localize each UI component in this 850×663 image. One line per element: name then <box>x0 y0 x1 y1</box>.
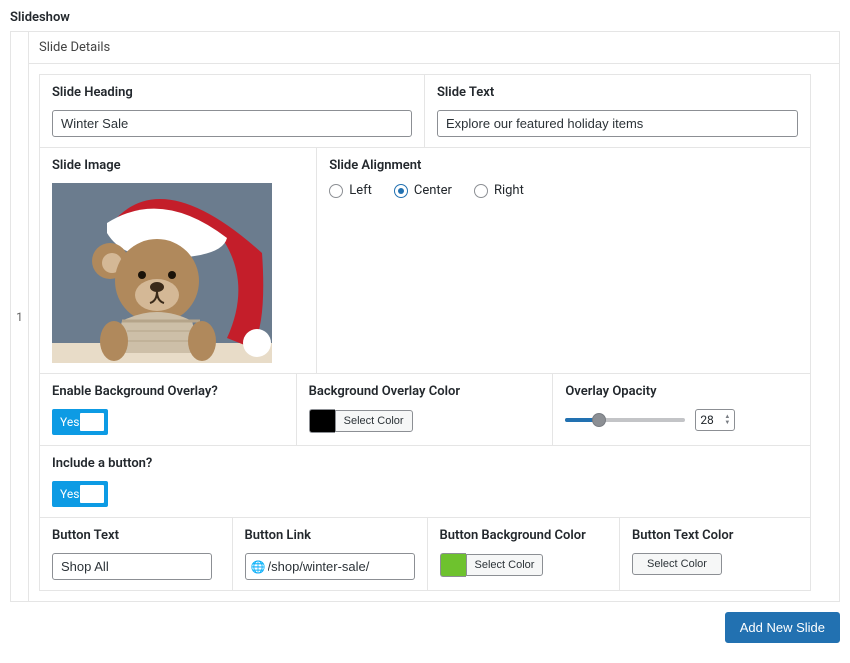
overlay-enable-label: Enable Background Overlay? <box>52 384 284 399</box>
add-new-slide-button[interactable]: Add New Slide <box>725 612 840 643</box>
align-center-option[interactable]: Center <box>394 183 452 198</box>
color-swatch-icon <box>440 553 466 577</box>
button-text-input[interactable] <box>52 553 212 580</box>
overlay-enable-toggle[interactable]: Yes <box>52 409 108 435</box>
button-bg-label: Button Background Color <box>440 528 608 543</box>
include-button-toggle[interactable]: Yes <box>52 481 108 507</box>
opacity-label: Overlay Opacity <box>565 384 798 399</box>
button-link-label: Button Link <box>245 528 415 543</box>
heading-input[interactable] <box>52 110 412 137</box>
button-text-label: Button Text <box>52 528 220 543</box>
footer-actions: Add New Slide <box>10 612 840 643</box>
text-label: Slide Text <box>437 85 798 100</box>
alignment-group: Left Center Right <box>329 183 798 198</box>
opacity-number-input[interactable]: 28 ▲▼ <box>695 409 735 431</box>
slider-thumb[interactable] <box>592 413 606 427</box>
toggle-label: Yes <box>54 487 79 501</box>
teddy-bear-image <box>52 183 272 363</box>
toggle-label: Yes <box>54 415 79 429</box>
alignment-label: Slide Alignment <box>329 158 798 173</box>
button-text-color-label: Button Text Color <box>632 528 801 543</box>
radio-icon <box>329 184 343 198</box>
select-color-button[interactable]: Select Color <box>466 554 544 576</box>
heading-label: Slide Heading <box>52 85 412 100</box>
slide-image[interactable] <box>52 183 272 363</box>
button-link-input[interactable] <box>245 553 415 580</box>
image-label: Slide Image <box>52 158 304 173</box>
select-color-button[interactable]: Select Color <box>632 553 722 575</box>
slide-wrapper: 1 Slide Details Slide Heading Slide Text <box>10 31 840 602</box>
button-text-color-picker[interactable]: Select Color <box>632 553 801 575</box>
button-bg-picker[interactable]: Select Color <box>440 553 608 577</box>
align-right-option[interactable]: Right <box>474 183 524 198</box>
include-button-label: Include a button? <box>52 456 798 471</box>
radio-icon <box>474 184 488 198</box>
align-right-label: Right <box>494 183 524 198</box>
toggle-knob <box>80 413 104 431</box>
color-swatch-icon <box>309 409 335 433</box>
align-left-label: Left <box>349 183 372 198</box>
opacity-value: 28 <box>700 413 714 427</box>
align-center-label: Center <box>414 183 452 198</box>
slide-details-tab[interactable]: Slide Details <box>29 32 839 64</box>
slide-index: 1 <box>11 32 29 601</box>
slide-panel: Slide Heading Slide Text Slide Image <box>39 74 811 591</box>
overlay-color-label: Background Overlay Color <box>309 384 541 399</box>
select-color-button[interactable]: Select Color <box>335 410 413 432</box>
number-spinner-icon[interactable]: ▲▼ <box>724 414 730 426</box>
opacity-slider[interactable] <box>565 418 685 422</box>
toggle-knob <box>80 485 104 503</box>
text-input[interactable] <box>437 110 798 137</box>
align-left-option[interactable]: Left <box>329 183 372 198</box>
radio-icon <box>394 184 408 198</box>
overlay-color-picker[interactable]: Select Color <box>309 409 541 433</box>
globe-icon: 🌐 <box>251 560 266 574</box>
page-title: Slideshow <box>10 10 840 25</box>
